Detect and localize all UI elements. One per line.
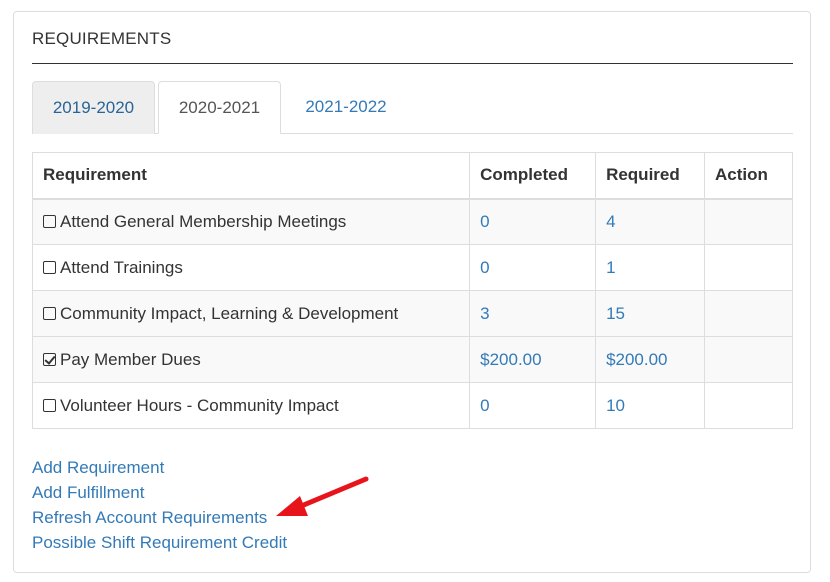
possible-shift-requirement-credit-link[interactable]: Possible Shift Requirement Credit [32, 530, 287, 555]
required-link[interactable]: 4 [595, 198, 706, 245]
requirement-cell: Attend Trainings [31, 244, 471, 291]
action-cell [704, 244, 793, 291]
tab-2019-2020[interactable]: 2019-2020 [32, 81, 155, 134]
completed-link[interactable]: 0 [469, 244, 597, 291]
header-required: Required [595, 152, 706, 200]
requirement-cell: Community Impact, Learning & Development [31, 290, 471, 337]
header-action: Action [704, 152, 793, 200]
requirement-name: Attend Trainings [60, 257, 183, 277]
header-requirement: Requirement [31, 152, 471, 200]
tab-2020-2021[interactable]: 2020-2021 [158, 81, 281, 134]
add-requirement-link[interactable]: Add Requirement [32, 455, 287, 480]
requirement-name: Attend General Membership Meetings [60, 211, 347, 231]
requirements-table: Requirement Completed Required Action At… [31, 152, 793, 429]
title-divider [32, 63, 793, 64]
add-fulfillment-link[interactable]: Add Fulfillment [32, 480, 287, 505]
requirement-cell: Attend General Membership Meetings [31, 198, 471, 245]
requirement-cell: Pay Member Dues [31, 336, 471, 383]
action-cell [704, 382, 793, 429]
required-link[interactable]: 10 [595, 382, 706, 429]
requirement-name: Community Impact, Learning & Development [60, 303, 399, 323]
tab-2021-2022[interactable]: 2021-2022 [284, 81, 408, 134]
table-row: Pay Member Dues $200.00 $200.00 [31, 336, 793, 383]
action-links: Add Requirement Add Fulfillment Refresh … [32, 455, 287, 555]
panel-title: REQUIREMENTS [32, 29, 172, 48]
action-cell [704, 336, 793, 383]
table-header-row: Requirement Completed Required Action [31, 152, 793, 200]
required-link[interactable]: 15 [595, 290, 706, 337]
table-row: Attend General Membership Meetings 0 4 [31, 198, 793, 245]
completed-link[interactable]: 0 [469, 198, 597, 245]
refresh-account-requirements-link[interactable]: Refresh Account Requirements [32, 505, 287, 530]
header-completed: Completed [469, 152, 597, 200]
completed-link[interactable]: $200.00 [469, 336, 597, 383]
action-cell [704, 290, 793, 337]
table-row: Community Impact, Learning & Development… [31, 290, 793, 337]
requirement-name: Pay Member Dues [60, 349, 201, 369]
table-row: Attend Trainings 0 1 [31, 244, 793, 291]
requirement-name: Volunteer Hours - Community Impact [60, 395, 339, 415]
required-link[interactable]: $200.00 [595, 336, 706, 383]
requirement-cell: Volunteer Hours - Community Impact [31, 382, 471, 429]
checkbox-unchecked-icon [43, 398, 56, 412]
red-arrow-annotation-icon [276, 476, 369, 516]
checkbox-unchecked-icon [43, 214, 56, 228]
checkbox-checked-icon [43, 352, 56, 366]
required-link[interactable]: 1 [595, 244, 706, 291]
completed-link[interactable]: 3 [469, 290, 597, 337]
year-tabs: 2019-2020 2020-2021 2021-2022 [32, 81, 793, 134]
completed-link[interactable]: 0 [469, 382, 597, 429]
checkbox-unchecked-icon [43, 306, 56, 320]
checkbox-unchecked-icon [43, 260, 56, 274]
table-row: Volunteer Hours - Community Impact 0 10 [31, 382, 793, 429]
action-cell [704, 198, 793, 245]
